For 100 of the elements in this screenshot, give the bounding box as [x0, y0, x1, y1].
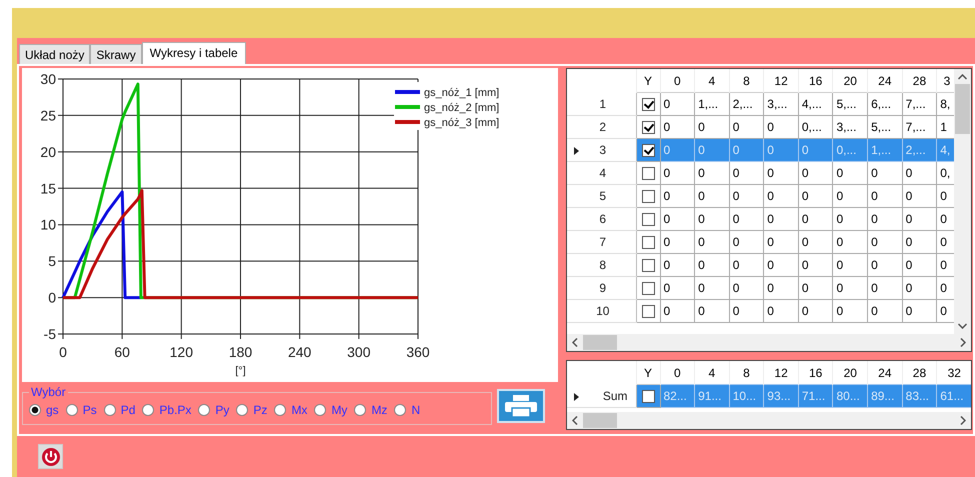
table-row[interactable]: 3 0 0 0 0 0 0,... 1,... 2,... 4, — [567, 138, 954, 162]
table-cell: 0 — [660, 138, 695, 162]
radio-button[interactable] — [354, 404, 366, 416]
checkbox[interactable] — [642, 305, 654, 318]
group-title: Wybór — [30, 385, 67, 399]
checkbox[interactable] — [642, 121, 654, 134]
x-tick-label: 180 — [228, 344, 252, 360]
scrollbar-thumb[interactable] — [583, 335, 617, 350]
tab[interactable]: Wykresy i tabele — [142, 42, 246, 64]
checkbox[interactable] — [642, 236, 654, 250]
checkbox[interactable] — [642, 390, 654, 404]
radio-button[interactable] — [29, 404, 41, 416]
row-header[interactable]: 10 — [567, 300, 636, 322]
radio-button[interactable] — [236, 404, 248, 416]
radio-button[interactable] — [394, 404, 406, 416]
print-button[interactable] — [497, 389, 545, 423]
checkbox[interactable] — [642, 259, 654, 272]
legend-label: gs_nóż_1 [mm] — [424, 87, 500, 99]
table-cell: 0 — [902, 300, 937, 322]
y-tick-label: 0 — [48, 290, 56, 306]
power-icon — [40, 446, 60, 466]
x-axis-label: [°] — [235, 365, 246, 377]
table-cell: 0 — [798, 300, 833, 322]
table-cell: 0 — [764, 300, 798, 322]
legend-item: gs_nóż_3 [mm] — [395, 117, 500, 129]
table-cell: 0 — [868, 300, 902, 322]
legend-item: gs_nóż_1 [mm] — [395, 87, 500, 99]
table-cell: 0 — [729, 138, 764, 162]
table-row[interactable]: 8 0 0 0 0 0 0 0 0 0 — [567, 254, 954, 276]
y-tick-label: 10 — [40, 216, 56, 233]
table-row[interactable]: 2 0 0 0 0 0,... 3,... 5,... 7,... 1 — [567, 116, 954, 138]
table-cell: 71... — [798, 384, 833, 408]
tab[interactable]: Układ noży — [19, 44, 90, 64]
table-cell: 0,... — [832, 138, 868, 162]
radio-button[interactable] — [104, 404, 116, 416]
table-cell: 0 — [660, 300, 695, 322]
legend-item: gs_nóż_2 [mm] — [395, 102, 500, 114]
table-cell: 83... — [902, 384, 937, 408]
table-cell: 0 — [694, 300, 730, 322]
checkbox[interactable] — [642, 213, 654, 226]
table-cell: 2,... — [902, 138, 937, 162]
x-tick-label: 0 — [59, 344, 67, 360]
row-header[interactable]: Sum — [567, 384, 636, 408]
table-cell: 93... — [764, 384, 798, 408]
scroll-right-icon[interactable] — [960, 416, 966, 425]
table-row[interactable]: 1 0 1,... 2,... 3,... 4,... 5,... 6,... 7,... 8, — [567, 92, 954, 116]
y-tick-label: -5 — [44, 326, 56, 342]
x-tick-label: 240 — [288, 344, 312, 360]
table-cell: 80... — [832, 384, 868, 408]
y-tick-label: 5 — [48, 253, 56, 270]
table-cell: 0 — [729, 300, 764, 322]
scroll-down-icon[interactable] — [958, 323, 967, 330]
radio-button[interactable] — [274, 404, 286, 416]
radio-button[interactable] — [314, 404, 326, 416]
table-cell: 82... — [660, 384, 695, 408]
table-row[interactable]: Sum 82... 91... 10... 93... 71... 80... 89... 83... 61... — [567, 384, 971, 408]
checkbox[interactable] — [642, 98, 654, 112]
radio-button[interactable] — [198, 404, 210, 416]
table-row[interactable]: 4 0 0 0 0 0 0 0 0 0, — [567, 162, 954, 184]
x-tick-label: 60 — [114, 344, 130, 360]
radio-button[interactable] — [142, 404, 154, 416]
table-row[interactable]: 10 0 0 0 0 0 0 0 0 0 — [567, 300, 954, 322]
table-cell: 0 — [798, 138, 833, 162]
table-cell: 89... — [868, 384, 902, 408]
scrollbar-thumb[interactable] — [955, 84, 970, 134]
table-row[interactable]: 9 0 0 0 0 0 0 0 0 0 — [567, 276, 954, 300]
vertical-scrollbar[interactable] — [954, 69, 971, 334]
table-row[interactable]: 5 0 0 0 0 0 0 0 0 0 — [567, 184, 954, 208]
table-cell: 0 — [764, 138, 798, 162]
table-row[interactable]: 7 0 0 0 0 0 0 0 0 0 — [567, 230, 954, 254]
horizontal-scrollbar[interactable] — [567, 412, 971, 429]
scroll-right-icon[interactable] — [960, 338, 966, 348]
tab[interactable]: Skrawy — [90, 44, 142, 64]
y-tick-label: 25 — [40, 107, 56, 124]
horizontal-scrollbar[interactable] — [567, 334, 971, 352]
y-tick-label: 15 — [40, 180, 56, 196]
power-button[interactable] — [38, 444, 63, 469]
y-tick-label: 30 — [40, 71, 56, 87]
radio-button[interactable] — [66, 404, 78, 416]
table-cell: 1,... — [868, 138, 902, 162]
scroll-left-icon[interactable] — [572, 338, 578, 348]
current-row-icon — [574, 392, 579, 401]
scrollbar-thumb[interactable] — [583, 413, 617, 428]
scroll-left-icon[interactable] — [572, 416, 578, 425]
checkbox[interactable] — [642, 167, 654, 180]
current-row-icon — [574, 147, 579, 155]
x-tick-label: 360 — [406, 344, 430, 360]
table-cell: 10... — [729, 384, 764, 408]
checkbox[interactable] — [642, 144, 654, 158]
checkbox[interactable] — [642, 282, 654, 296]
x-tick-label: 300 — [347, 344, 371, 360]
table-cell: 4, — [936, 138, 954, 162]
checkbox[interactable] — [642, 190, 654, 204]
table-cell: 0 — [694, 138, 730, 162]
scroll-up-icon[interactable] — [958, 74, 967, 80]
x-tick-label: 120 — [170, 344, 194, 360]
legend-label: gs_nóż_3 [mm] — [424, 117, 500, 129]
legend-label: gs_nóż_2 [mm] — [424, 102, 500, 114]
table-cell: 0 — [832, 300, 868, 322]
table-row[interactable]: 6 0 0 0 0 0 0 0 0 0 — [567, 208, 954, 230]
